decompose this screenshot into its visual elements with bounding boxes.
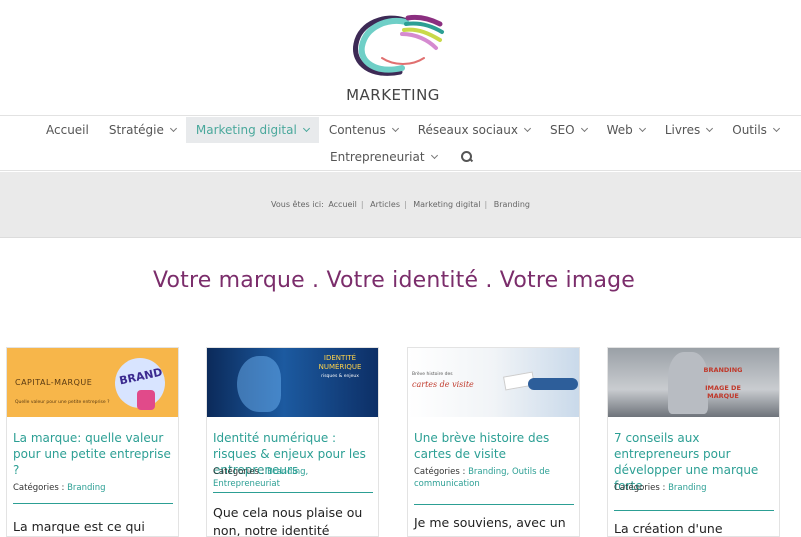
hand-icon [528,378,578,390]
person-figure-icon [137,390,155,410]
article-thumbnail[interactable]: CAPITAL-MARQUE Quelle valeur pour une pe… [7,348,178,417]
article-excerpt: Je me souviens, avec un [414,515,566,530]
nav-item-contenus[interactable]: Contenus [319,117,408,143]
chevron-down-icon [523,124,532,132]
logo-swoosh-icon [353,15,444,76]
thumbnail-subcaption: risques & enjeux [321,374,359,379]
article-card[interactable]: Brève histoire des cartes de visite Une … [407,347,580,537]
chevron-down-icon [772,124,780,132]
thumbnail-caption: BRANDING [703,366,743,374]
divider [414,504,574,505]
nav-item-outils[interactable]: Outils [722,117,789,143]
nav-row-primary: Accueil Stratégie Marketing digital Cont… [36,117,789,143]
nav-item-strategie[interactable]: Stratégie [99,117,186,143]
article-categories: Catégories : Branding, Outils de communi… [414,467,550,489]
divider [213,492,373,493]
breadcrumb-item-branding: Branding [493,200,530,209]
article-categories: Catégories : Branding [614,483,707,493]
article-thumbnail[interactable]: IDENTITÉ NUMÉRIQUE risques & enjeux [207,348,378,417]
thumbnail-caption: IDENTITÉ NUMÉRIQUE [318,354,362,371]
nav-item-entrepreneuriat[interactable]: Entrepreneuriat [320,144,447,170]
article-excerpt: La création d'une entreprise [614,521,723,536]
chevron-down-icon [169,124,177,132]
chevron-down-icon [430,151,438,159]
chevron-down-icon [638,124,646,132]
thumbnail-caption: CAPITAL-MARQUE [15,378,93,387]
article-card[interactable]: CAPITAL-MARQUE Quelle valeur pour une pe… [6,347,179,537]
nav-item-seo[interactable]: SEO [540,117,597,143]
article-categories: Catégories : Branding, Entrepreneuriat [213,467,309,489]
article-title[interactable]: Une brève histoire des cartes de visite [414,430,576,462]
breadcrumb-item-articles[interactable]: Articles [370,200,400,209]
thumbnail-subcaption: cartes de visite [412,380,474,389]
breadcrumb-bar: Vous êtes ici: Accueil | Articles | Market… [0,172,801,238]
site-header: MARKETING [0,0,801,115]
nav-item-web[interactable]: Web [597,117,655,143]
search-icon[interactable] [460,151,473,163]
site-logo[interactable]: MARKETING [340,12,460,104]
chevron-down-icon [391,124,399,132]
article-title[interactable]: La marque: quelle valeur pour une petite… [13,430,175,478]
logo-wordmark: MARKETING [346,86,440,104]
category-link[interactable]: Branding [67,483,105,493]
thumbnail-subcaption: IMAGE DE MARQUE [705,384,741,400]
article-card[interactable]: IDENTITÉ NUMÉRIQUE risques & enjeux Iden… [206,347,379,537]
category-link[interactable]: Branding [668,483,706,493]
divider [614,510,774,511]
thumbnail-caption: Brève histoire des [412,372,453,377]
article-thumbnail[interactable]: Brève histoire des cartes de visite [408,348,579,417]
nav-item-reseaux-sociaux[interactable]: Réseaux sociaux [408,117,540,143]
chevron-down-icon [580,124,588,132]
nav-item-accueil[interactable]: Accueil [36,117,99,143]
article-excerpt: La marque est ce qui [13,519,145,534]
nav-item-livres[interactable]: Livres [655,117,722,143]
article-categories: Catégories : Branding [13,483,106,493]
chevron-down-icon [706,124,714,132]
nav-row-secondary: Entrepreneuriat [320,144,473,170]
breadcrumb-prefix: Vous êtes ici: [271,200,324,209]
page-title: Votre marque . Votre identité . Votre im… [152,268,636,293]
breadcrumb: Vous êtes ici: Accueil | Articles | Market… [271,200,530,209]
main-nav: Accueil Stratégie Marketing digital Cont… [0,115,801,171]
article-excerpt: Que cela nous plaise ou non, notre ident… [213,505,363,537]
thumbnail-subcaption: Quelle valeur pour une petite entreprise… [15,400,110,405]
divider [13,503,173,504]
breadcrumb-item-accueil[interactable]: Accueil [328,200,357,209]
article-card[interactable]: BRANDING IMAGE DE MARQUE 7 conseils aux … [607,347,780,537]
statue-icon [668,352,708,414]
breadcrumb-item-marketing-digital[interactable]: Marketing digital [413,200,480,209]
nav-item-marketing-digital[interactable]: Marketing digital [185,117,319,143]
chevron-down-icon [302,124,310,132]
face-silhouette-icon [237,356,281,412]
article-thumbnail[interactable]: BRANDING IMAGE DE MARQUE [608,348,779,417]
